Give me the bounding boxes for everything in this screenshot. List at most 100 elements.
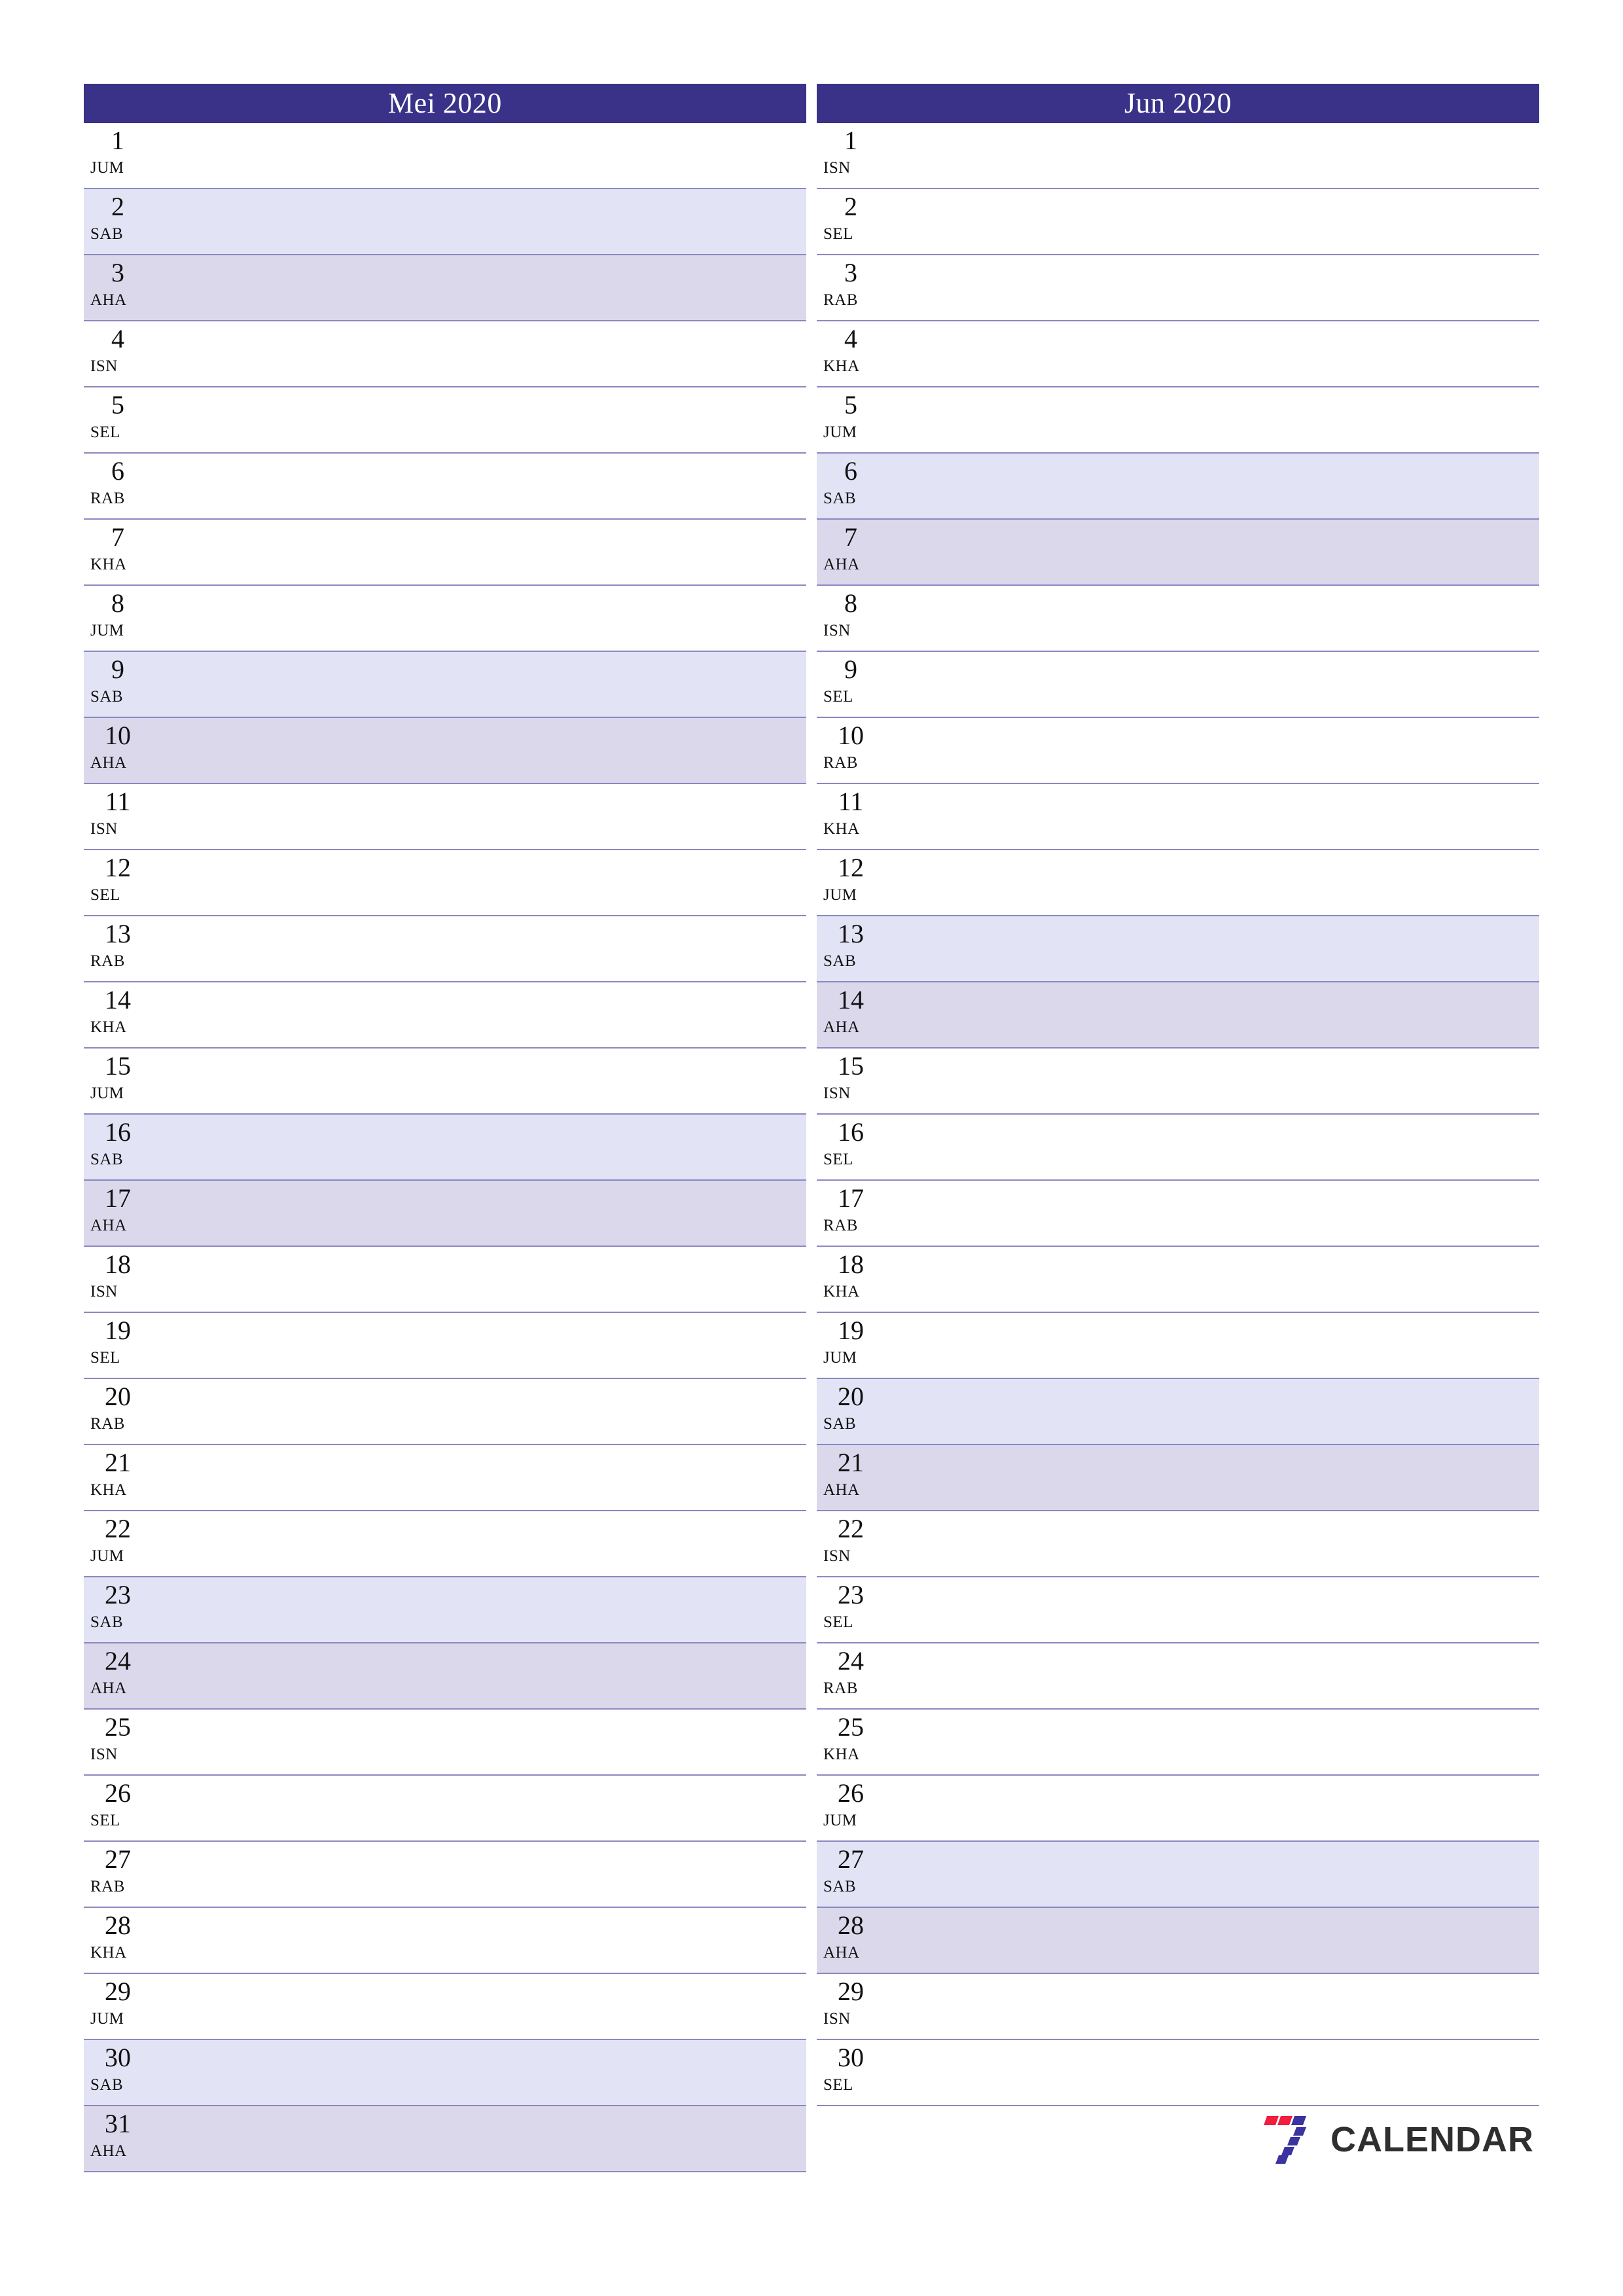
day-row[interactable]: 26 JUM [817, 1776, 1539, 1842]
day-row[interactable]: 14 KHA [84, 982, 806, 1049]
day-number: 14 [105, 985, 131, 1014]
day-row[interactable]: 5 SEL [84, 387, 806, 454]
day-row[interactable]: 12 SEL [84, 850, 806, 916]
day-row[interactable]: 6 SAB [817, 454, 1539, 520]
day-row[interactable]: 1 JUM [84, 123, 806, 189]
day-row[interactable]: 18 KHA [817, 1247, 1539, 1313]
day-row[interactable]: 25 ISN [84, 1710, 806, 1776]
day-row[interactable]: 19 SEL [84, 1313, 806, 1379]
month-column-1: Jun 2020 1 ISN 2 SEL 3 RAB 4 KHA 5 JUM 6 SAB 7 AHA 8 IS… [817, 84, 1539, 2219]
day-row[interactable]: 6 RAB [84, 454, 806, 520]
day-row[interactable]: 29 ISN [817, 1974, 1539, 2040]
day-weekday-label: SAB [823, 952, 857, 970]
day-number: 13 [838, 919, 864, 948]
day-weekday-label: AHA [823, 556, 860, 573]
day-weekday-label: ISN [823, 159, 851, 177]
day-row[interactable]: 23 SEL [817, 1577, 1539, 1643]
day-weekday-label: SEL [823, 688, 853, 706]
day-row[interactable]: 23 SAB [84, 1577, 806, 1643]
day-row[interactable]: 11 KHA [817, 784, 1539, 850]
day-weekday-label: KHA [90, 1018, 127, 1036]
day-row[interactable]: 27 SAB [817, 1842, 1539, 1908]
day-number: 31 [105, 2109, 131, 2138]
day-row[interactable]: 20 SAB [817, 1379, 1539, 1445]
day-number: 3 [111, 258, 124, 287]
day-row[interactable]: 28 KHA [84, 1908, 806, 1974]
day-weekday-label: SAB [823, 1878, 857, 1895]
day-number: 12 [838, 853, 864, 882]
day-row[interactable]: 21 AHA [817, 1445, 1539, 1511]
day-weekday-label: AHA [823, 1481, 860, 1499]
day-weekday-label: SEL [823, 1613, 853, 1631]
day-row[interactable]: 31 AHA [84, 2106, 806, 2172]
day-row[interactable]: 18 ISN [84, 1247, 806, 1313]
month-column-0: Mei 2020 1 JUM 2 SAB 3 AHA 4 ISN 5 SEL 6 RAB 7 KHA 8 JU… [84, 84, 806, 2219]
day-row[interactable]: 17 AHA [84, 1181, 806, 1247]
day-row[interactable]: 22 ISN [817, 1511, 1539, 1577]
day-row[interactable]: 30 SAB [84, 2040, 806, 2106]
day-row[interactable]: 1 ISN [817, 123, 1539, 189]
day-list-0: 1 JUM 2 SAB 3 AHA 4 ISN 5 SEL 6 RAB 7 KHA 8 JUM 9 SAB 10 AH… [84, 123, 806, 2219]
day-row[interactable]: 24 RAB [817, 1643, 1539, 1710]
day-row[interactable]: 12 JUM [817, 850, 1539, 916]
day-row[interactable]: 21 KHA [84, 1445, 806, 1511]
day-row[interactable]: 16 SEL [817, 1115, 1539, 1181]
day-weekday-label: AHA [90, 1679, 127, 1697]
day-row[interactable]: 11 ISN [84, 784, 806, 850]
day-row[interactable]: 28 AHA [817, 1908, 1539, 1974]
day-number: 3 [844, 258, 857, 287]
day-weekday-label: KHA [823, 1746, 860, 1763]
day-row[interactable]: 4 KHA [817, 321, 1539, 387]
brand-wordmark: CALENDAR [1330, 2119, 1534, 2159]
day-row[interactable]: 2 SAB [84, 189, 806, 255]
day-row[interactable]: 13 RAB [84, 916, 806, 982]
day-weekday-label: ISN [823, 1547, 851, 1565]
day-weekday-label: JUM [823, 886, 857, 904]
day-number: 11 [838, 787, 864, 816]
day-row[interactable]: 24 AHA [84, 1643, 806, 1710]
day-number: 15 [838, 1051, 864, 1081]
day-row[interactable]: 19 JUM [817, 1313, 1539, 1379]
day-row[interactable]: 7 AHA [817, 520, 1539, 586]
day-row[interactable]: 7 KHA [84, 520, 806, 586]
planner-columns: Mei 2020 1 JUM 2 SAB 3 AHA 4 ISN 5 SEL 6 RAB 7 KHA 8 JU… [84, 84, 1539, 2219]
day-row[interactable]: 8 JUM [84, 586, 806, 652]
day-row[interactable]: 15 ISN [817, 1049, 1539, 1115]
day-row[interactable]: 9 SEL [817, 652, 1539, 718]
day-row[interactable]: 17 RAB [817, 1181, 1539, 1247]
day-row[interactable]: 10 RAB [817, 718, 1539, 784]
day-number: 6 [844, 456, 857, 486]
day-number: 9 [844, 655, 857, 684]
day-number: 10 [105, 721, 131, 750]
day-row[interactable]: 3 AHA [84, 255, 806, 321]
day-row[interactable]: 14 AHA [817, 982, 1539, 1049]
day-row[interactable]: 3 RAB [817, 255, 1539, 321]
day-weekday-label: ISN [90, 1746, 118, 1763]
day-number: 27 [105, 1844, 131, 1874]
day-number: 7 [844, 522, 857, 552]
day-row[interactable]: 13 SAB [817, 916, 1539, 982]
day-number: 19 [105, 1316, 131, 1345]
month-title-0: Mei 2020 [84, 84, 806, 123]
day-weekday-label: AHA [823, 1018, 860, 1036]
day-row[interactable]: 22 JUM [84, 1511, 806, 1577]
day-row[interactable]: 8 ISN [817, 586, 1539, 652]
day-weekday-label: SEL [823, 225, 853, 243]
day-row[interactable]: 27 RAB [84, 1842, 806, 1908]
day-row[interactable]: 26 SEL [84, 1776, 806, 1842]
day-number: 5 [111, 390, 124, 420]
day-weekday-label: RAB [90, 1878, 125, 1895]
day-row[interactable]: 25 KHA [817, 1710, 1539, 1776]
day-row[interactable]: 9 SAB [84, 652, 806, 718]
day-row[interactable]: 20 RAB [84, 1379, 806, 1445]
day-row[interactable]: 4 ISN [84, 321, 806, 387]
day-row[interactable]: 5 JUM [817, 387, 1539, 454]
day-row[interactable]: 10 AHA [84, 718, 806, 784]
day-row[interactable]: 29 JUM [84, 1974, 806, 2040]
day-row[interactable]: 16 SAB [84, 1115, 806, 1181]
day-weekday-label: RAB [823, 291, 858, 309]
day-row[interactable]: 15 JUM [84, 1049, 806, 1115]
day-row[interactable]: 30 SEL [817, 2040, 1539, 2106]
day-weekday-label: SEL [823, 1151, 853, 1168]
day-row[interactable]: 2 SEL [817, 189, 1539, 255]
